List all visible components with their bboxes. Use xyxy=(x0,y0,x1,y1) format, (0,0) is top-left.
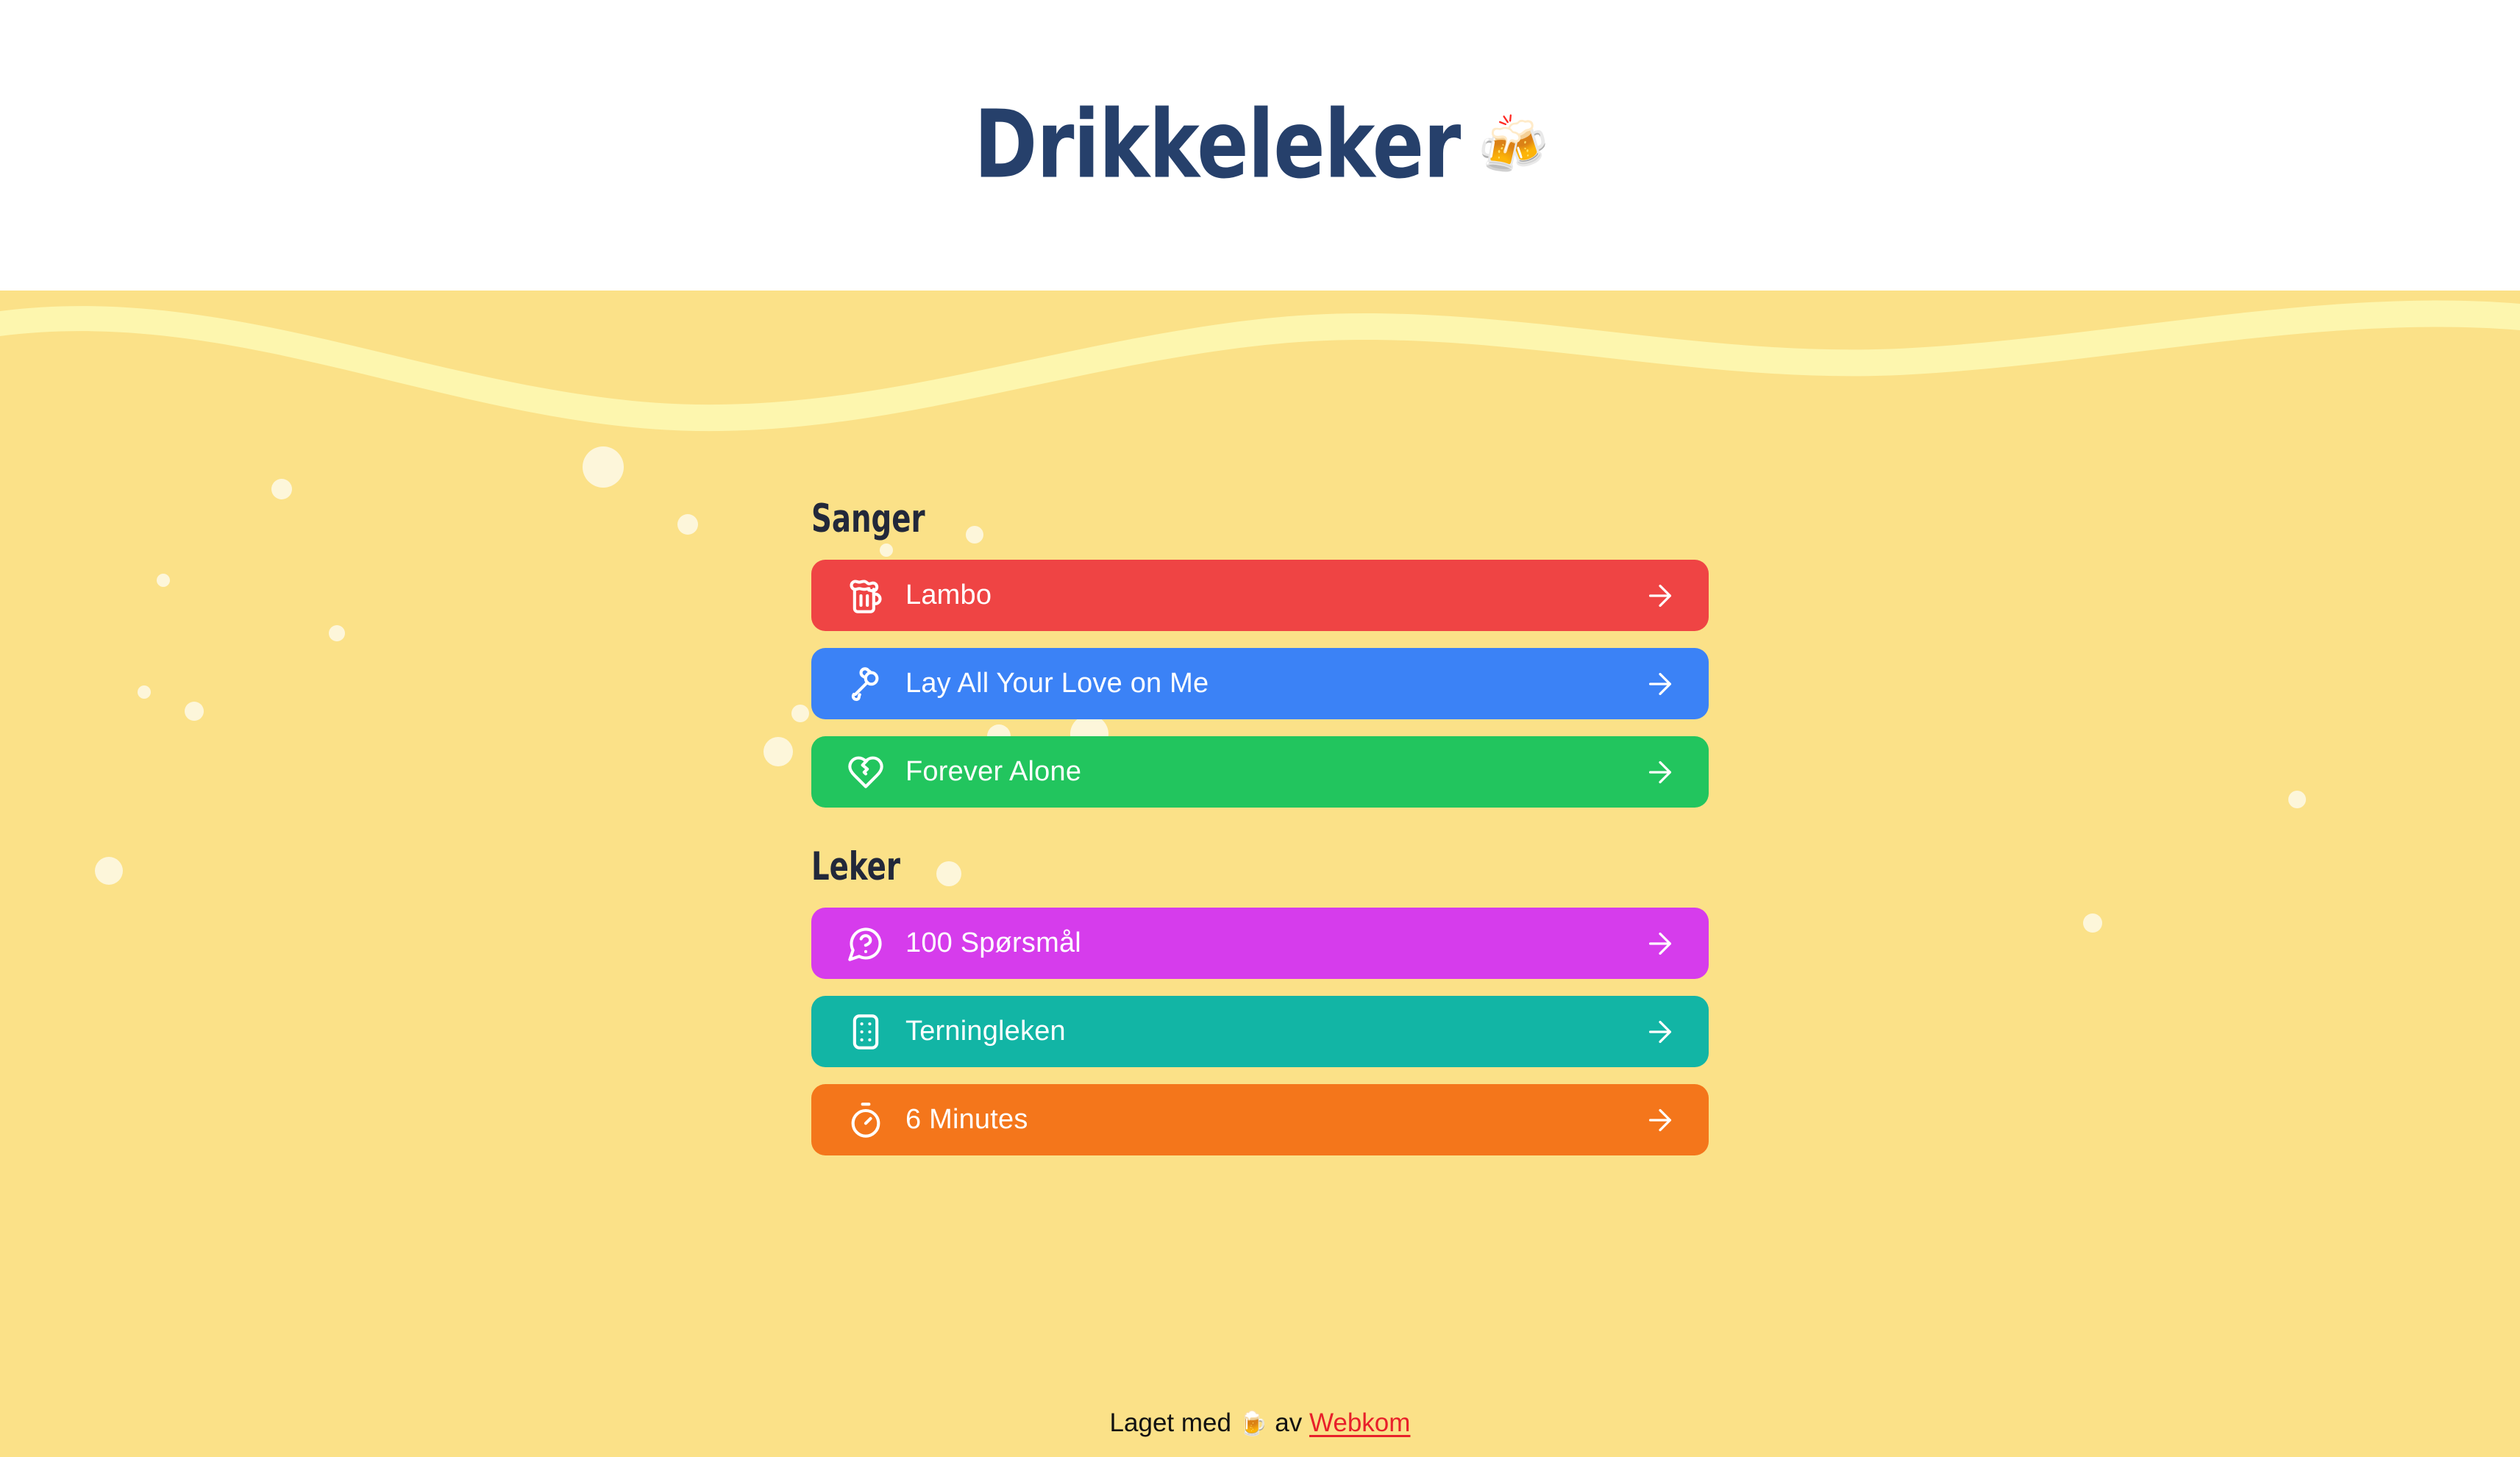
game-button-label: Lay All Your Love on Me xyxy=(905,668,1209,699)
song-button-list: Lambo Lay All Your Love on Me Forever Al… xyxy=(811,560,1709,808)
game-button-label: Lambo xyxy=(905,580,992,610)
section-heading-leker: Leker xyxy=(811,844,900,890)
game-button-list: 100 Spørsmål Terningleken 6 Minutes xyxy=(811,908,1709,1155)
heart-crack-icon xyxy=(847,753,885,791)
bubble-decoration xyxy=(157,574,170,587)
bubble-decoration xyxy=(791,705,809,722)
beer-mug-emoji: 🍺 xyxy=(1238,1410,1268,1436)
game-button-label: Terningleken xyxy=(905,1016,1066,1047)
game-button-forever-alone[interactable]: Forever Alone xyxy=(811,736,1709,808)
bubble-decoration xyxy=(138,685,151,699)
footer-middle-text: av xyxy=(1275,1408,1303,1437)
arrow-right-icon xyxy=(1643,755,1677,789)
arrow-right-icon xyxy=(1643,1015,1677,1049)
game-button-label: 6 Minutes xyxy=(905,1104,1028,1135)
page-footer: Laget med 🍺 av Webkom xyxy=(0,1408,2520,1438)
footer-prefix-text: Laget med xyxy=(1109,1408,1231,1437)
game-button-label: 100 Spørsmål xyxy=(905,927,1081,958)
bubble-decoration xyxy=(185,702,204,721)
bubble-decoration xyxy=(677,514,698,535)
timer-icon xyxy=(847,1101,885,1139)
page-title: Drikkeleker 🍻 xyxy=(973,90,1548,199)
section-sanger: Sanger Lambo Lay All Your Love on Me For… xyxy=(811,500,1709,808)
page-header: Drikkeleker 🍻 xyxy=(0,0,2520,291)
section-heading-sanger: Sanger xyxy=(811,496,925,542)
main-content: Sanger Lambo Lay All Your Love on Me For… xyxy=(811,500,1709,1155)
microphone-icon xyxy=(847,665,885,703)
webkom-link[interactable]: Webkom xyxy=(1309,1408,1410,1437)
arrow-right-icon xyxy=(1643,927,1677,961)
bubble-decoration xyxy=(329,625,345,641)
game-button-lambo[interactable]: Lambo xyxy=(811,560,1709,631)
bubble-decoration xyxy=(583,446,624,488)
app-root: Drikkeleker 🍻 Sanger Lambo Lay All Your … xyxy=(0,0,2520,1457)
message-circle-question-icon xyxy=(847,925,885,963)
bubble-decoration xyxy=(2288,791,2306,808)
game-button-6-minutes[interactable]: 6 Minutes xyxy=(811,1084,1709,1155)
game-button-lay-all-your-love-on-me[interactable]: Lay All Your Love on Me xyxy=(811,648,1709,719)
arrow-right-icon xyxy=(1643,667,1677,701)
arrow-right-icon xyxy=(1643,1103,1677,1137)
beer-mug-icon xyxy=(847,577,885,615)
clinking-beer-mugs-emoji: 🍻 xyxy=(1477,112,1548,179)
dice-six-icon xyxy=(847,1013,885,1051)
game-button-100-sporsmal[interactable]: 100 Spørsmål xyxy=(811,908,1709,979)
bubble-decoration xyxy=(95,857,123,885)
wave-decoration xyxy=(0,291,2520,474)
section-leker: Leker 100 Spørsmål Terningleken 6 Minute… xyxy=(811,848,1709,1155)
arrow-right-icon xyxy=(1643,579,1677,613)
app-title-text: Drikkeleker xyxy=(973,90,1461,199)
game-button-terningleken[interactable]: Terningleken xyxy=(811,996,1709,1067)
bubble-decoration xyxy=(764,737,793,766)
bubble-decoration xyxy=(2083,913,2102,933)
game-button-label: Forever Alone xyxy=(905,756,1082,787)
bubble-decoration xyxy=(271,479,292,499)
